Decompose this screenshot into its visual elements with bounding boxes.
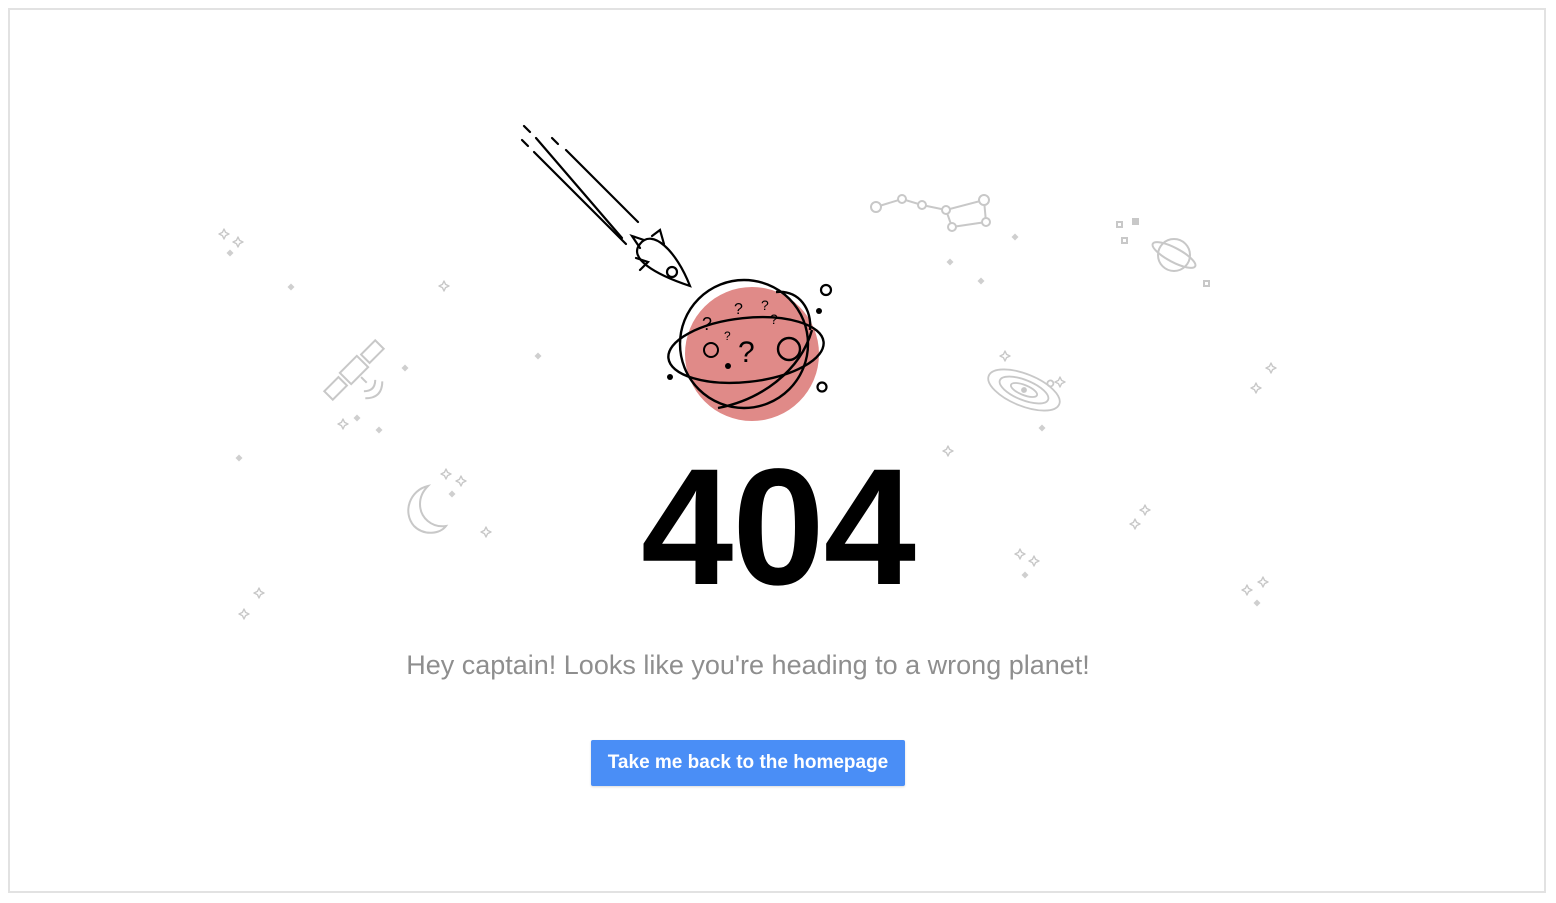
ringed-planet-icon xyxy=(1116,218,1210,287)
homepage-button[interactable]: Take me back to the homepage xyxy=(591,740,905,786)
error-message: Hey captain! Looks like you're heading t… xyxy=(406,650,1090,680)
constellation-icon xyxy=(870,194,991,232)
svg-text:?: ? xyxy=(702,314,712,334)
svg-text:?: ? xyxy=(761,297,769,313)
satellite-icon xyxy=(322,338,386,402)
error-code: 404 xyxy=(641,435,916,620)
svg-text:?: ? xyxy=(738,336,755,369)
svg-text:?: ? xyxy=(724,329,731,343)
planet-icon: ? ? ? ? ? ? xyxy=(667,278,833,421)
galaxy-icon xyxy=(987,368,1061,412)
svg-text:?: ? xyxy=(734,301,743,318)
rocket-icon xyxy=(520,124,692,288)
svg-text:?: ? xyxy=(770,311,778,327)
